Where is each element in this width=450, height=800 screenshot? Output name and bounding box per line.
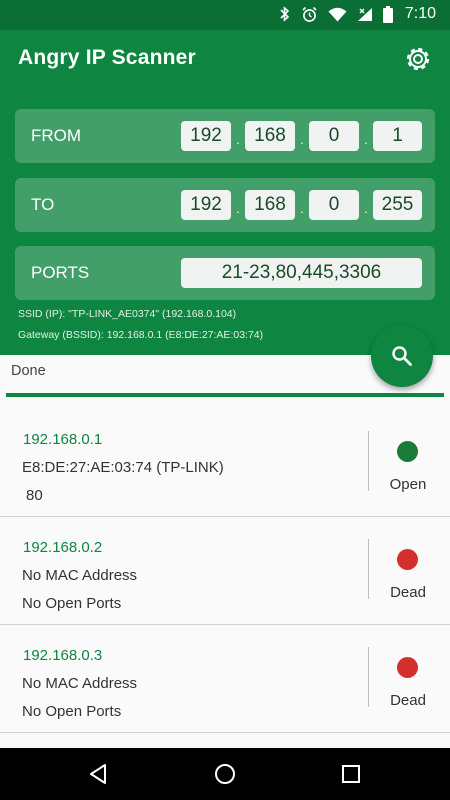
host-status-dot bbox=[397, 657, 418, 678]
host-ip: 192.168.0.3 bbox=[23, 647, 103, 664]
scan-button[interactable] bbox=[371, 325, 433, 387]
to-label: TO bbox=[31, 195, 55, 214]
host-ports: No Open Ports bbox=[22, 703, 122, 720]
host-status-dot bbox=[397, 549, 418, 570]
from-octet-1[interactable]: 192 bbox=[181, 121, 231, 151]
from-dot-3: . bbox=[364, 131, 368, 147]
to-octet-4[interactable]: 255 bbox=[373, 190, 422, 220]
host-state: Dead bbox=[390, 584, 426, 601]
scan-progress-bar bbox=[6, 393, 444, 397]
item-divider bbox=[368, 539, 369, 599]
back-button[interactable] bbox=[86, 761, 112, 787]
gateway-info: Gateway (BSSID): 192.168.0.1 (E8:DE:27:A… bbox=[18, 329, 264, 341]
from-dot-1: . bbox=[236, 131, 240, 147]
scan-status: Done bbox=[11, 363, 46, 379]
signal-icon bbox=[357, 7, 372, 21]
host-ip: 192.168.0.2 bbox=[23, 539, 103, 556]
back-icon bbox=[90, 764, 106, 784]
from-octet-4[interactable]: 1 bbox=[373, 121, 422, 151]
status-bar: 7:10 bbox=[0, 0, 450, 30]
search-icon bbox=[392, 346, 412, 366]
status-icons: 7:10 bbox=[279, 5, 436, 23]
item-divider bbox=[368, 431, 369, 491]
ssid-info: SSID (IP): "TP-LINK_AE0374" (192.168.0.1… bbox=[18, 308, 237, 320]
to-dot-3: . bbox=[364, 200, 368, 216]
home-button[interactable] bbox=[212, 761, 238, 787]
ports-row: PORTS 21-23,80,445,3306 bbox=[15, 246, 435, 300]
bluetooth-icon bbox=[280, 6, 290, 22]
to-row: TO 192 . 168 . 0 . 255 bbox=[15, 178, 435, 232]
app-title: Angry IP Scanner bbox=[18, 46, 196, 69]
ports-label: PORTS bbox=[31, 263, 90, 282]
list-item[interactable]: 192.168.0.3 No MAC Address No Open Ports… bbox=[0, 625, 450, 733]
list-item[interactable]: 192.168.0.2 No MAC Address No Open Ports… bbox=[0, 517, 450, 625]
gear-icon bbox=[406, 47, 430, 71]
ports-input[interactable]: 21-23,80,445,3306 bbox=[181, 258, 422, 288]
host-mac: E8:DE:27:AE:03:74 (TP-LINK) bbox=[22, 459, 224, 476]
settings-button[interactable] bbox=[401, 42, 435, 76]
to-dot-1: . bbox=[236, 200, 240, 216]
home-icon bbox=[215, 764, 235, 784]
from-row: FROM 192 . 168 . 0 . 1 bbox=[15, 109, 435, 163]
host-mac: No MAC Address bbox=[22, 567, 138, 584]
from-label: FROM bbox=[31, 126, 82, 145]
host-ip: 192.168.0.1 bbox=[23, 431, 103, 448]
item-divider bbox=[368, 647, 369, 707]
app-bar: Angry IP Scanner bbox=[0, 30, 450, 90]
recents-button[interactable] bbox=[338, 761, 364, 787]
status-time: 7:10 bbox=[404, 5, 436, 22]
wifi-icon bbox=[328, 7, 347, 21]
from-dot-2: . bbox=[300, 131, 304, 147]
host-mac: No MAC Address bbox=[22, 675, 138, 692]
host-state: Open bbox=[389, 476, 427, 493]
to-octet-1[interactable]: 192 bbox=[181, 190, 231, 220]
to-dot-2: . bbox=[300, 200, 304, 216]
result-list: 192.168.0.1 E8:DE:27:AE:03:74 (TP-LINK) … bbox=[0, 409, 450, 733]
list-item[interactable]: 192.168.0.1 E8:DE:27:AE:03:74 (TP-LINK) … bbox=[0, 409, 450, 517]
recents-icon bbox=[342, 765, 360, 783]
host-ports: 80 bbox=[26, 487, 43, 504]
scan-config-panel: FROM 192 . 168 . 0 . 1 TO 192 . 168 . 0 … bbox=[0, 90, 450, 355]
from-octet-3[interactable]: 0 bbox=[309, 121, 359, 151]
navigation-bar bbox=[0, 748, 450, 800]
to-octet-3[interactable]: 0 bbox=[309, 190, 359, 220]
battery-icon bbox=[382, 5, 393, 23]
host-state: Dead bbox=[390, 692, 426, 709]
host-ports: No Open Ports bbox=[22, 595, 122, 612]
to-octet-2[interactable]: 168 bbox=[245, 190, 295, 220]
alarm-icon bbox=[302, 6, 317, 22]
from-octet-2[interactable]: 168 bbox=[245, 121, 295, 151]
host-status-dot bbox=[397, 441, 418, 462]
